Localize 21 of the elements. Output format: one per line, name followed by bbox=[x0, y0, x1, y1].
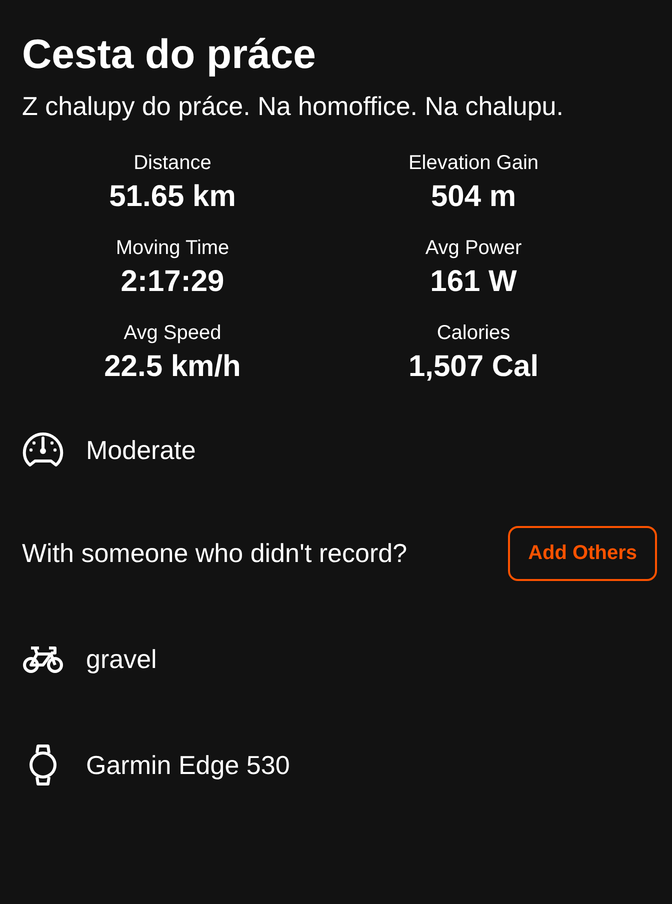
bicycle-icon bbox=[22, 644, 64, 674]
stat-value: 51.65 km bbox=[109, 180, 236, 214]
stat-label: Elevation Gain bbox=[408, 152, 539, 176]
activity-description: Z chalupy do práce. Na homoffice. Na chalupu. bbox=[22, 91, 564, 122]
stat-value: 504 m bbox=[430, 180, 516, 214]
stat-label: Avg Speed bbox=[124, 322, 222, 346]
stat-label: Avg Power bbox=[425, 237, 522, 260]
add-others-button[interactable]: Add Others bbox=[508, 526, 657, 581]
activity-title: Cesta do práce bbox=[22, 30, 317, 79]
gauge-icon bbox=[22, 432, 64, 468]
stat-value: 2:17:29 bbox=[120, 265, 224, 300]
stat-value: 161 W bbox=[430, 265, 517, 300]
stat-label: Moving Time bbox=[116, 237, 230, 260]
effort-label: Moderate bbox=[86, 434, 196, 466]
device-name: Garmin Edge 530 bbox=[86, 750, 290, 781]
stat-label: Calories bbox=[436, 322, 510, 346]
stat-label: Distance bbox=[134, 152, 212, 176]
prompt-text: With someone who didn't record? bbox=[22, 538, 408, 569]
bike-name: gravel bbox=[86, 644, 157, 675]
stat-value: 22.5 km/h bbox=[104, 350, 241, 384]
stat-value: 1,507 Cal bbox=[408, 350, 539, 384]
